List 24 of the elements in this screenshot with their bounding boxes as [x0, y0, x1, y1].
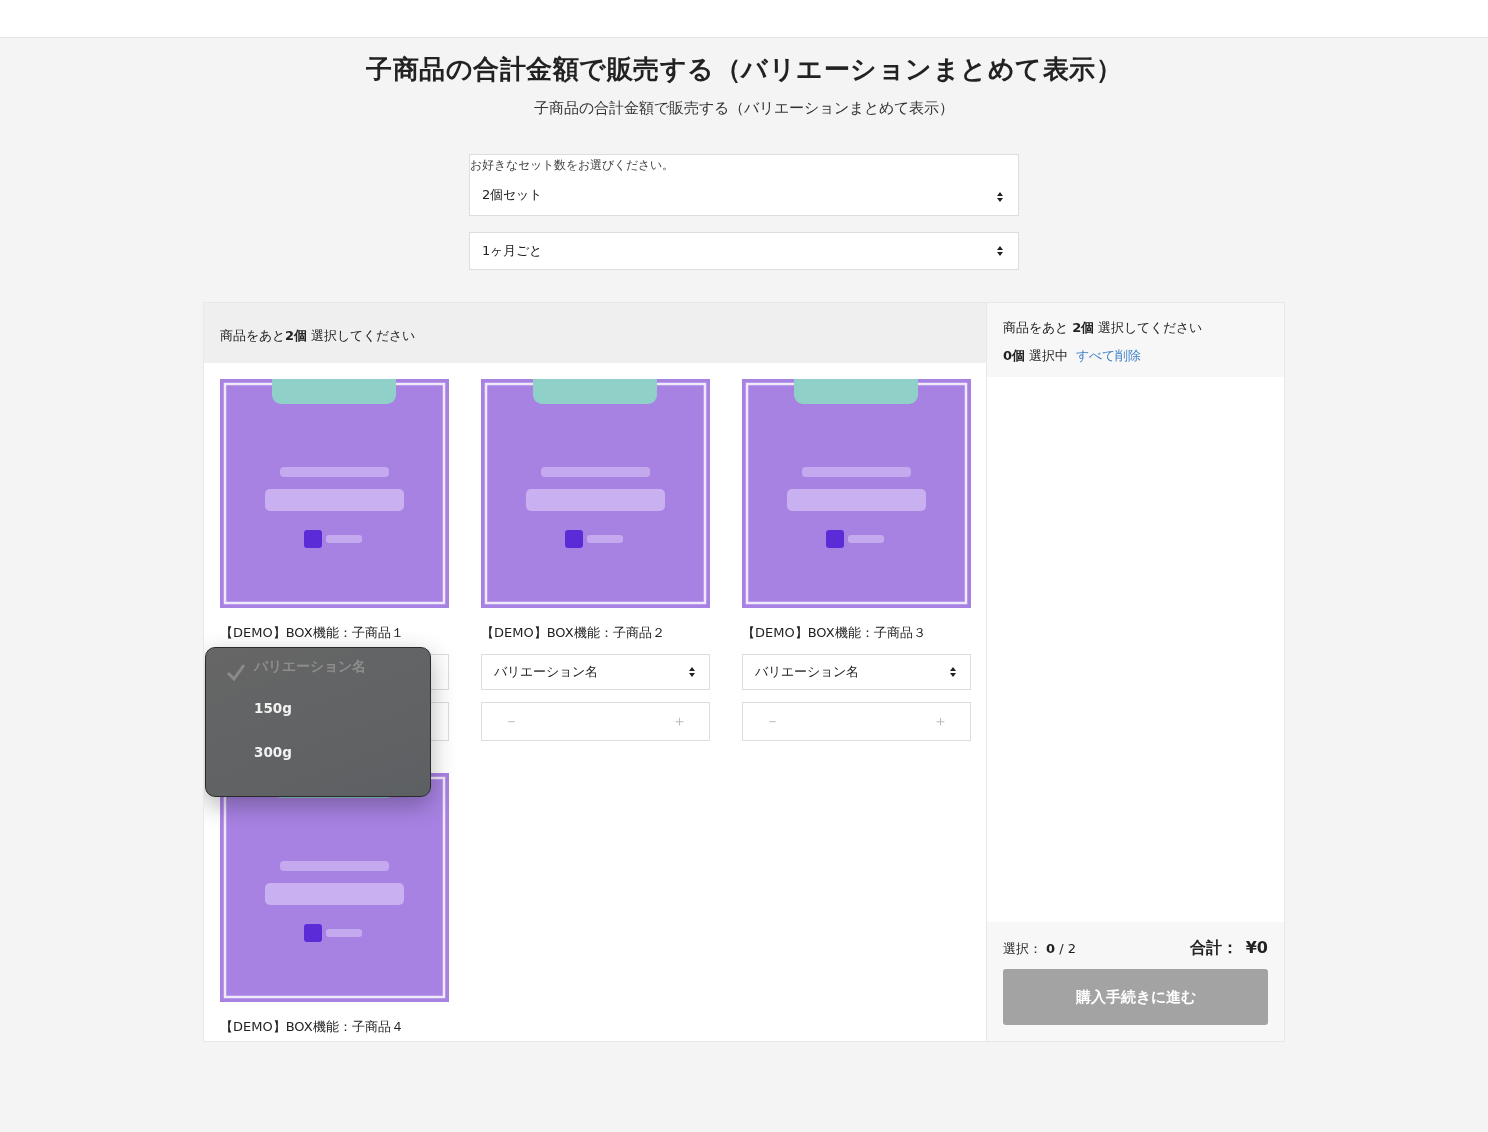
sort-arrows-icon — [997, 192, 1003, 202]
page-title: 子商品の合計金額で販売する（バリエーションまとめて表示） — [365, 53, 1123, 86]
remaining-text: 商品をあと 2個 選択してください — [1003, 319, 1204, 337]
selection-value: 0 / 2 — [1046, 940, 1076, 956]
dropdown-option[interactable]: 300g — [206, 730, 430, 774]
total-label: 合計： — [1189, 938, 1238, 957]
sort-arrows-icon — [689, 667, 695, 677]
clear-all-link[interactable]: すべて削除 — [1076, 347, 1142, 365]
product-title: 【DEMO】BOX機能：子商品４ — [220, 1018, 405, 1036]
sort-arrows-icon — [997, 246, 1003, 256]
dropdown-option[interactable]: 150g — [206, 686, 430, 730]
variation-select[interactable]: バリエーション名 — [481, 654, 710, 690]
selected-count: 0個 選択中 — [1003, 347, 1069, 365]
sort-arrows-icon — [950, 667, 956, 677]
total-value: ¥0 — [1245, 938, 1268, 957]
set-count-select[interactable]: お好きなセット数をお選びください。 2個セット — [469, 154, 1019, 216]
selection-label: 選択： — [1003, 940, 1042, 956]
product-title: 【DEMO】BOX機能：子商品３ — [742, 624, 927, 642]
variation-select[interactable]: バリエーション名 — [742, 654, 971, 690]
product-title: 【DEMO】BOX機能：子商品１ — [220, 624, 405, 642]
interval-select[interactable]: 1ヶ月ごと — [469, 232, 1019, 270]
product-title: 【DEMO】BOX機能：子商品２ — [481, 624, 666, 642]
page-subtitle: 子商品の合計金額で販売する（バリエーションまとめて表示） — [533, 99, 955, 118]
checkmark-icon — [226, 662, 246, 682]
